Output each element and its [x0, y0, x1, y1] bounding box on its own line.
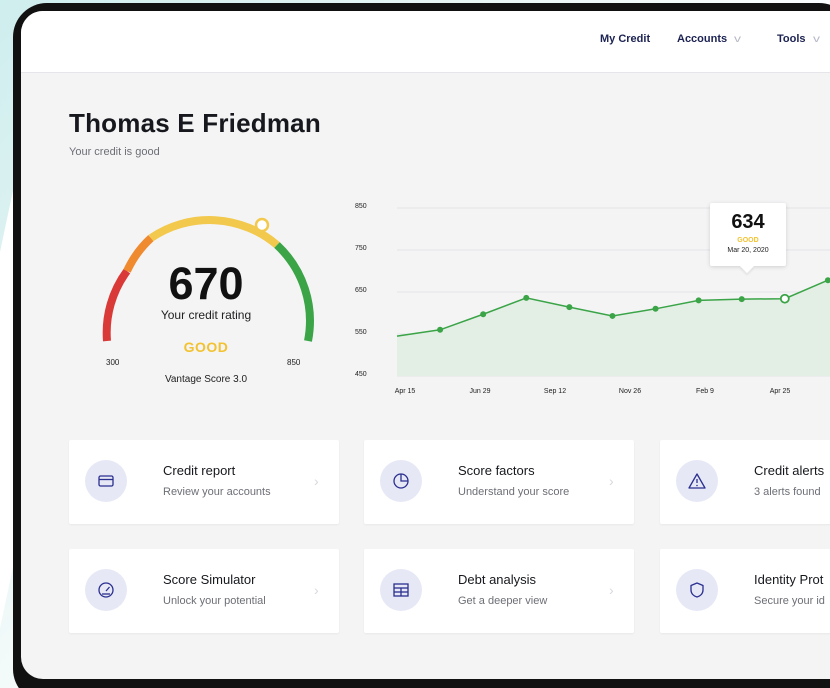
nav-tools[interactable]: Tools v [777, 33, 820, 45]
card-credit-alerts[interactable]: Credit alerts 3 alerts found [660, 440, 830, 524]
nav-accounts-label: Accounts [677, 33, 728, 45]
card-title: Debt analysis [458, 572, 537, 587]
chevron-down-icon: v [812, 34, 820, 45]
card-title: Identity Prot [754, 572, 824, 587]
gauge-green-segment [274, 242, 314, 342]
data-point[interactable] [695, 297, 702, 304]
data-point[interactable] [566, 304, 573, 311]
data-point[interactable] [609, 312, 616, 319]
tooltip-rating: GOOD [737, 237, 759, 244]
chevron-down-icon: v [734, 34, 742, 45]
score-tooltip: 634 GOOD Mar 20, 2020 [710, 203, 786, 266]
chevron-right-icon: › [314, 473, 319, 489]
nav-tools-label: Tools [777, 33, 806, 45]
y-tick-label: 650 [355, 287, 367, 294]
nav-accounts[interactable]: Accounts v [677, 33, 742, 45]
gauge-orange-segment [123, 235, 154, 273]
gauge-max-label: 850 [287, 358, 301, 367]
card-description: Review your accounts [163, 486, 271, 498]
user-name: Thomas E Friedman [69, 108, 321, 138]
card-description: Unlock your potential [163, 595, 266, 607]
credit-score: 670 [168, 258, 244, 309]
shield-icon [676, 569, 718, 611]
card-debt-analysis[interactable]: Debt analysis Get a deeper view › [364, 549, 634, 633]
gauge-min-label: 300 [106, 358, 120, 367]
tooltip-score: 634 [731, 211, 765, 233]
card-title: Credit report [163, 463, 236, 478]
card-score-factors[interactable]: Score factors Understand your score › [364, 440, 634, 524]
card-description: 3 alerts found [754, 486, 821, 498]
card-title: Credit alerts [754, 463, 825, 478]
pie-chart-icon [380, 460, 422, 502]
y-tick-label: 450 [355, 371, 367, 378]
data-point[interactable] [652, 305, 659, 312]
score-model: Vantage Score 3.0 [164, 374, 248, 385]
highlighted-point[interactable] [779, 293, 790, 304]
x-tick-label: Apr 25 [769, 388, 791, 395]
tooltip-date: Mar 20, 2020 [727, 247, 769, 254]
table-icon [380, 569, 422, 611]
x-tick-label: Jun 29 [469, 388, 491, 395]
nav-my-credit[interactable]: My Credit [600, 33, 650, 45]
y-tick-label: 550 [355, 329, 367, 336]
card-description: Secure your id [754, 595, 825, 607]
chevron-right-icon: › [314, 582, 319, 598]
card-title: Score factors [458, 463, 535, 478]
data-point[interactable] [480, 311, 487, 318]
credit-status: Your credit is good [69, 146, 160, 158]
credit-rating-label: Your credit rating [160, 308, 252, 322]
card-title: Score Simulator [163, 572, 256, 587]
data-point[interactable] [523, 294, 530, 301]
card-score-simulator[interactable]: Score Simulator Unlock your potential › [69, 549, 339, 633]
x-tick-label: Apr 15 [394, 388, 416, 395]
y-tick-label: 850 [355, 203, 367, 210]
x-tick-label: Nov 26 [618, 388, 642, 395]
speedometer-icon [85, 569, 127, 611]
gauge-red-segment [102, 268, 131, 342]
gauge-marker [254, 217, 270, 233]
card-description: Get a deeper view [458, 595, 548, 607]
warning-icon [676, 460, 718, 502]
x-tick-label: Feb 9 [696, 388, 714, 395]
card-identity-protection[interactable]: Identity Prot Secure your id [660, 549, 830, 633]
data-point[interactable] [437, 326, 444, 333]
series-area [397, 279, 830, 376]
credit-rating-word: GOOD [183, 339, 229, 355]
app-screen: My Credit Accounts v Tools v Thomas E Frie… [21, 11, 830, 679]
x-tick-label: Sep 12 [543, 388, 567, 395]
data-point[interactable] [738, 296, 745, 303]
chevron-right-icon: › [609, 582, 614, 598]
chevron-right-icon: › [609, 473, 614, 489]
card-description: Understand your score [458, 486, 570, 498]
top-navigation: My Credit Accounts v Tools v [21, 11, 830, 73]
card-credit-report[interactable]: Credit report Review your accounts › [69, 440, 339, 524]
credit-card-icon [85, 460, 127, 502]
y-tick-label: 750 [355, 245, 367, 252]
